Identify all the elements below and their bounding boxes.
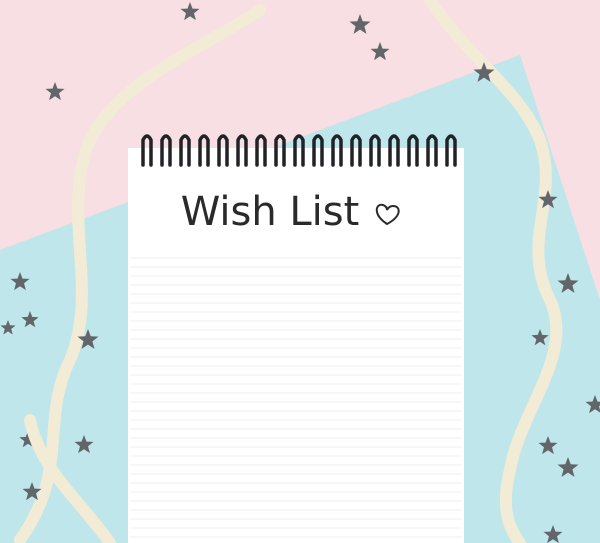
notepad-title: Wish List <box>181 189 360 235</box>
photo-scene: Wish List <box>0 0 600 543</box>
scene-svg: Wish List <box>0 0 600 543</box>
notepad: Wish List <box>128 134 464 543</box>
